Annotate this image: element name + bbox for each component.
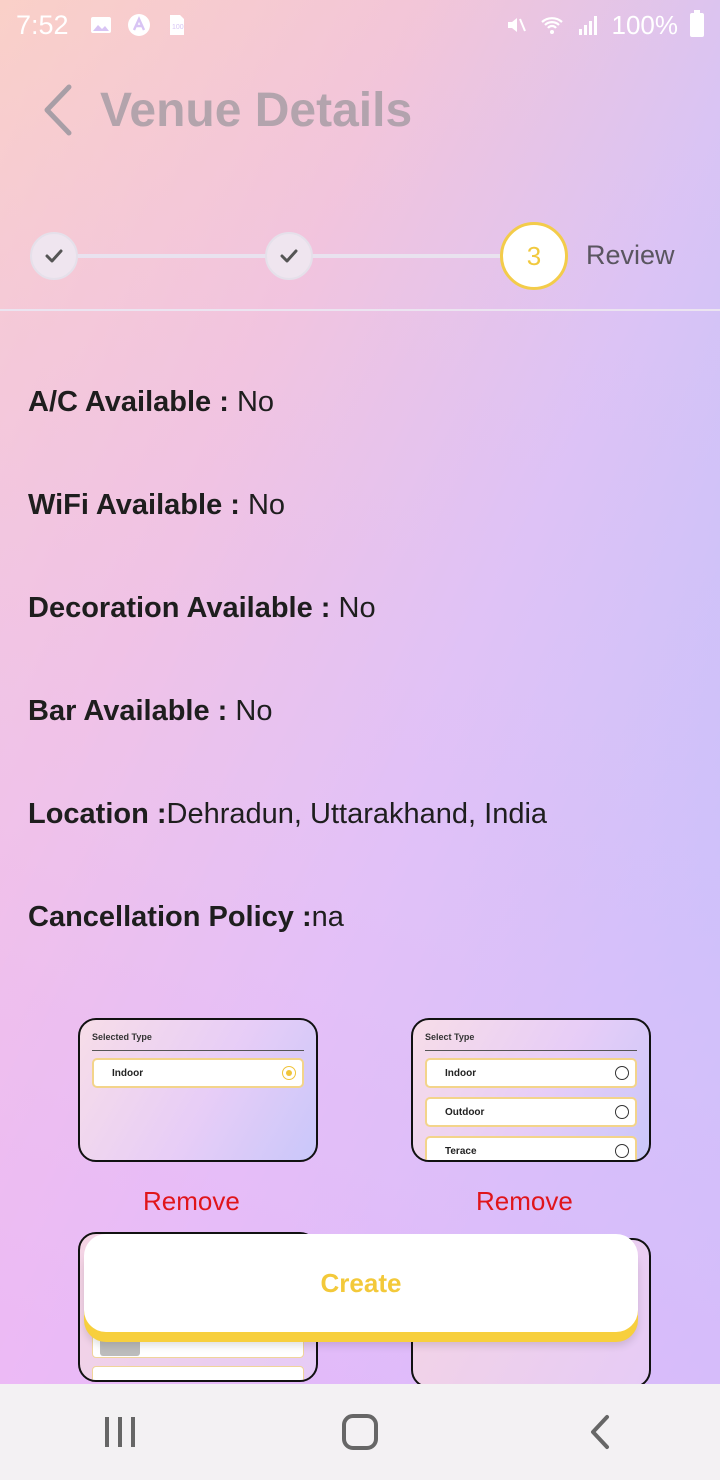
detail-row-cancellation: Cancellation Policy :na (28, 901, 344, 934)
detail-key: A/C Available : (28, 386, 237, 418)
detail-value: No (235, 695, 273, 727)
storage-icon: 100 (169, 15, 184, 35)
home-icon (342, 1414, 378, 1450)
wifi-icon (540, 17, 563, 34)
radio-icon (615, 1144, 629, 1158)
thumb-option-label: Indoor (445, 1067, 477, 1079)
back-arrow-icon (591, 1415, 609, 1449)
thumb-divider (92, 1050, 304, 1051)
page-title: Venue Details (100, 83, 413, 137)
system-back-button[interactable] (560, 1402, 640, 1462)
check-icon (45, 249, 63, 263)
thumb-photo (100, 1336, 140, 1356)
svg-text:100: 100 (172, 24, 184, 31)
detail-key: WiFi Available : (28, 489, 248, 521)
remove-image-button[interactable]: Remove (476, 1186, 573, 1217)
status-bar: 7:52 100 100% (0, 0, 720, 50)
detail-value: No (236, 386, 275, 418)
detail-row-wifi: WiFi Available : No (28, 489, 285, 522)
step-3-current: 3 (500, 222, 568, 290)
signal-icon (578, 16, 597, 35)
radio-icon (615, 1066, 629, 1080)
app-notification-icon (127, 14, 150, 36)
detail-key: Bar Available : (28, 695, 236, 727)
venue-image-thumbnail: Select Type Indoor Outdoor Terace (411, 1018, 651, 1162)
recent-apps-button[interactable] (80, 1402, 160, 1462)
step-connector (312, 254, 500, 258)
app-header: Venue Details (36, 78, 412, 142)
thumb-option-label: Outdoor (445, 1106, 485, 1118)
stepper-divider (0, 309, 720, 311)
system-navigation-bar (0, 1384, 720, 1480)
home-button[interactable] (320, 1402, 400, 1462)
radio-selected-icon (282, 1066, 296, 1080)
battery-percentage: 100% (611, 9, 679, 40)
detail-row-bar: Bar Available : No (28, 695, 272, 728)
step-1-completed (30, 232, 78, 280)
back-button[interactable] (36, 78, 80, 142)
thumb-option: Terace (425, 1136, 637, 1160)
thumb-divider (425, 1050, 637, 1051)
step-2-completed (265, 232, 313, 280)
gallery-icon (90, 17, 111, 33)
thumb-title: Selected Type (92, 1032, 152, 1042)
thumb-option-label: Indoor (112, 1067, 144, 1079)
detail-value: No (247, 489, 286, 521)
status-time: 7:52 (16, 9, 69, 40)
radio-icon (615, 1105, 629, 1119)
chevron-left-icon (44, 84, 72, 136)
remove-image-button[interactable]: Remove (143, 1186, 240, 1217)
detail-row-decoration: Decoration Available : No (28, 592, 376, 625)
detail-key: Location : (28, 798, 167, 830)
detail-key: Cancellation Policy : (28, 901, 312, 933)
venue-image-thumbnail: Selected Type Indoor (78, 1018, 318, 1162)
detail-value: Dehradun, Uttarakhand, India (166, 798, 548, 830)
battery-icon (690, 10, 704, 37)
review-content: A/C Available : No WiFi Available : No D… (0, 312, 720, 1384)
thumb-option: Indoor (92, 1058, 304, 1088)
detail-key: Decoration Available : (28, 592, 339, 624)
notification-icons: 100 (89, 13, 189, 37)
detail-row-location: Location :Dehradun, Uttarakhand, India (28, 798, 547, 831)
mute-icon (507, 18, 526, 32)
thumb-strip (92, 1366, 304, 1380)
recent-apps-icon (105, 1417, 135, 1447)
progress-stepper: 3 Review (0, 222, 720, 292)
check-icon (280, 249, 298, 263)
detail-value: No (338, 592, 376, 624)
thumb-title: Select Type (425, 1032, 475, 1042)
create-button[interactable]: Create (84, 1234, 638, 1332)
detail-value: na (311, 901, 344, 933)
system-icons: 100% (504, 9, 704, 41)
thumb-option-label: Terace (445, 1145, 477, 1157)
thumb-option: Indoor (425, 1058, 637, 1088)
detail-row-ac: A/C Available : No (28, 386, 274, 419)
step-3-label: Review (586, 240, 675, 270)
step-connector (78, 254, 266, 258)
thumb-option: Outdoor (425, 1097, 637, 1127)
